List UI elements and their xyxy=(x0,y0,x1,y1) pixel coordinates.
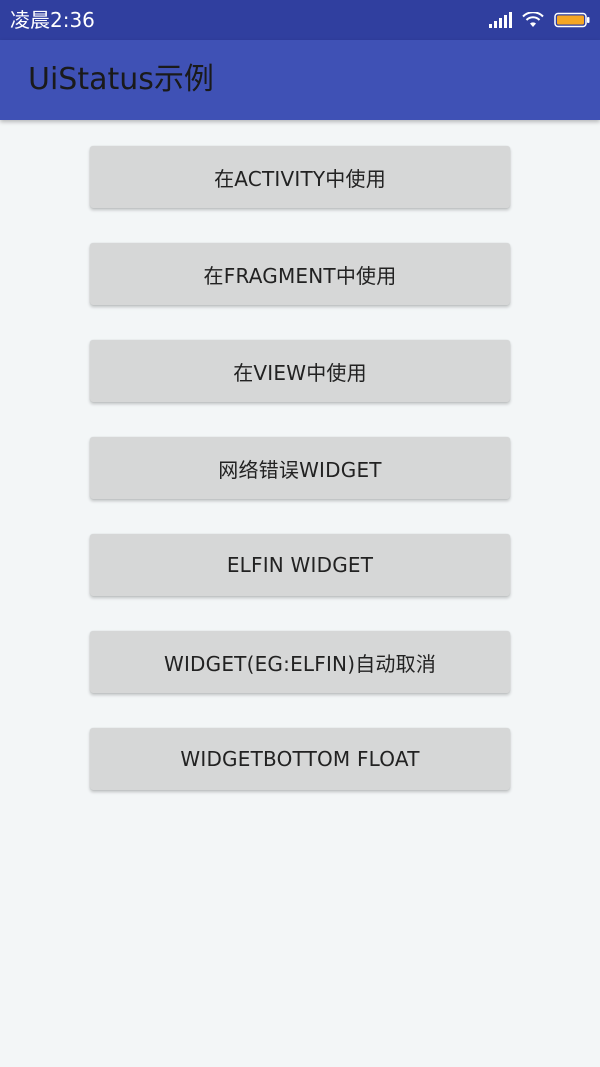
use-in-view-button[interactable]: 在VIEW中使用 xyxy=(90,340,510,402)
status-icons xyxy=(489,10,590,30)
use-in-fragment-button[interactable]: 在FRAGMENT中使用 xyxy=(90,243,510,305)
widget-auto-cancel-button[interactable]: WIDGET(EG:ELFIN)自动取消 xyxy=(90,631,510,693)
use-in-activity-button[interactable]: 在ACTIVITY中使用 xyxy=(90,146,510,208)
status-bar: 凌晨2:36 xyxy=(0,0,600,40)
app-bar: UiStatus示例 xyxy=(0,40,600,120)
widget-bottom-float-button[interactable]: WIDGETBOTTOM FLOAT xyxy=(90,728,510,790)
network-error-widget-button[interactable]: 网络错误WIDGET xyxy=(90,437,510,499)
app-title: UiStatus示例 xyxy=(28,62,214,97)
wifi-icon xyxy=(522,12,544,28)
signal-icon xyxy=(489,12,512,28)
status-time: 凌晨2:36 xyxy=(10,8,95,32)
elfin-widget-button[interactable]: ELFIN WIDGET xyxy=(90,534,510,596)
battery-icon xyxy=(554,12,590,28)
